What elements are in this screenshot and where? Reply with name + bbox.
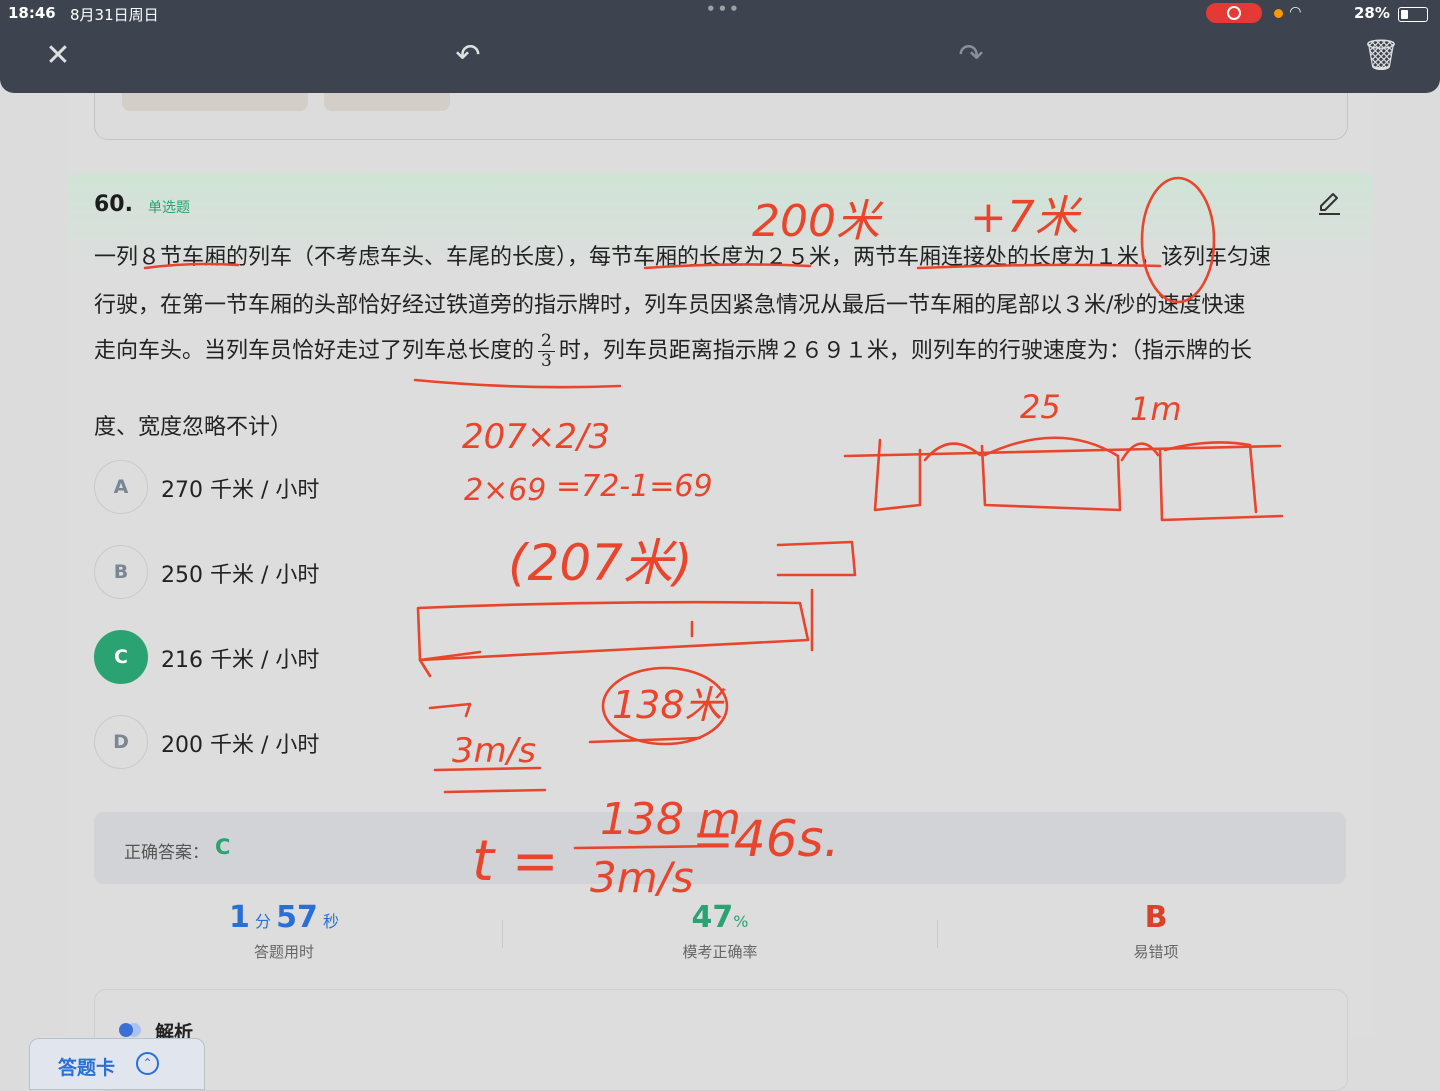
stem-line-1: 一列８节车厢的列车（不考虑车头、车尾的长度），每节车厢的长度为２５米，两节车厢连… (94, 245, 1272, 270)
option-text: 250 千米 / 小时 (161, 563, 320, 588)
question-type-badge: 单选题 (148, 200, 190, 216)
stem-line-4: 度、宽度忽略不计） (94, 415, 293, 440)
wifi-icon: ◠ (1290, 4, 1301, 20)
time-seconds-unit: 秒 (322, 912, 339, 931)
battery-icon (1398, 7, 1428, 22)
fraction-denominator: 3 (541, 351, 552, 371)
rate-unit: % (733, 912, 749, 931)
time-minutes: 1 (229, 900, 250, 935)
screen-record-icon[interactable] (1206, 3, 1262, 23)
answer-sheet-label: 答题卡 (58, 1057, 116, 1079)
time-seconds: 57 (276, 900, 318, 935)
stat-common-wrong: B 易错项 (1006, 900, 1306, 962)
correct-answer-box: 正确答案： C (94, 812, 1346, 884)
option-text: 216 千米 / 小时 (161, 648, 320, 673)
prev-pill (122, 93, 308, 111)
multitask-dots[interactable]: ••• (706, 0, 741, 18)
option-letter: C (94, 630, 148, 684)
option-letter: D (94, 715, 148, 769)
stem-line-3-b: 时，列车员距离指示牌２６９１米，则列车的行驶速度为：（指示牌的长 (558, 338, 1252, 364)
correct-answer-value: C (215, 835, 231, 859)
fraction: 23 (538, 332, 555, 371)
status-bar: 18:46 8月31日周日 ••• ◠ 28% (0, 0, 1440, 26)
option-text: 270 千米 / 小时 (161, 478, 320, 503)
status-time: 18:46 (8, 4, 56, 22)
wrong-label: 易错项 (1133, 943, 1179, 961)
battery-percent: 28% (1354, 4, 1390, 22)
rate-label: 模考正确率 (682, 943, 758, 961)
stem-line-3: 走向车头。当列车员恰好走过了列车总长度的 2 3 时，列车员距离指示牌２６９１米，则列… (94, 332, 1252, 371)
time-label: 答题用时 (253, 943, 314, 961)
question-number: 60. (94, 192, 133, 217)
option-letter: A (94, 460, 148, 514)
stat-divider (937, 920, 938, 948)
chevron-up-icon: ⌃ (136, 1052, 159, 1075)
previous-question-card (94, 93, 1348, 140)
annotation-toolbar: ✕ ↶ ↷ 🗑 (0, 26, 1440, 93)
analysis-card[interactable]: 解析 (94, 989, 1348, 1091)
close-icon[interactable]: ✕ (38, 36, 78, 76)
time-minutes-unit: 分 (255, 912, 272, 931)
rate-value: 47 (691, 900, 734, 935)
stem-line-3-a: 走向车头。当列车员恰好走过了列车总长度的 (94, 338, 535, 364)
redo-icon[interactable]: ↷ (951, 36, 991, 76)
stat-correct-rate: 47% 模考正确率 (570, 900, 870, 962)
prev-pill (324, 93, 450, 111)
edit-icon[interactable] (1314, 186, 1344, 216)
option-letter: B (94, 545, 148, 599)
wrong-value: B (1144, 900, 1168, 935)
stem-line-2: 行驶，在第一节车厢的头部恰好经过铁道旁的指示牌时，列车员因紧急情况从最后一节车厢… (94, 293, 1246, 318)
mic-indicator-icon (1274, 9, 1283, 18)
trash-icon[interactable]: 🗑 (1361, 36, 1401, 76)
answer-sheet-tab[interactable]: 答题卡 ⌃ (29, 1038, 205, 1090)
stat-divider (502, 920, 503, 948)
fraction-numerator: 2 (538, 332, 555, 352)
analysis-icon-dot (119, 1023, 133, 1037)
stat-answer-time: 1 分 57 秒 答题用时 (134, 900, 434, 962)
option-text: 200 千米 / 小时 (161, 733, 320, 758)
correct-answer-label: 正确答案： (124, 843, 209, 863)
status-date: 8月31日周日 (70, 6, 159, 24)
undo-icon[interactable]: ↶ (448, 36, 488, 76)
